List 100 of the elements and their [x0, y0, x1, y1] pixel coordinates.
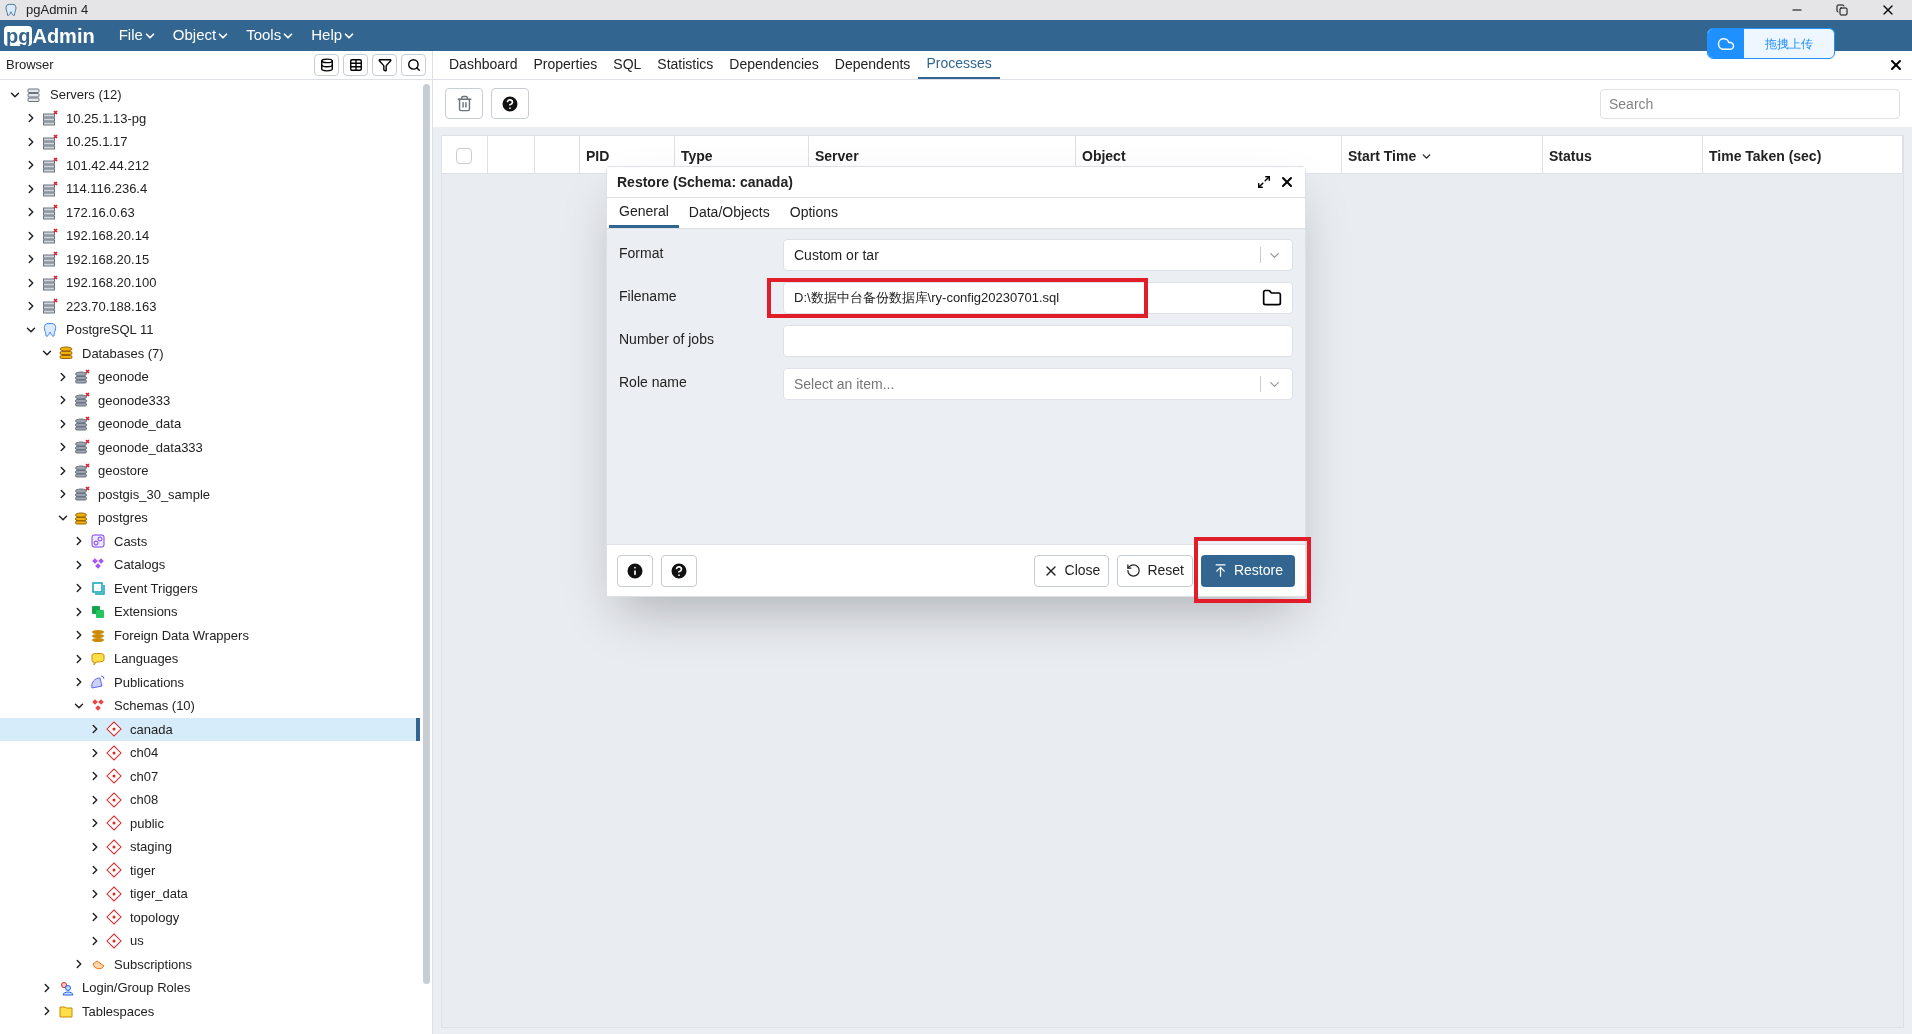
tree-item[interactable]: 10.25.1.13-pg: [0, 106, 420, 130]
close-icon[interactable]: [1279, 174, 1295, 190]
tree-item[interactable]: geonode: [0, 365, 420, 389]
info-icon: [625, 560, 645, 581]
database-icon: [74, 415, 90, 432]
tree-item[interactable]: topology: [0, 905, 420, 929]
folder-icon[interactable]: [1262, 288, 1282, 308]
tree-item[interactable]: PostgreSQL 11: [0, 318, 420, 342]
search-field[interactable]: Search: [1600, 88, 1900, 119]
dialog-title: Restore (Schema: canada): [617, 172, 794, 192]
tree-item[interactable]: ch04: [0, 741, 420, 765]
tree-item[interactable]: geonode_data333: [0, 435, 420, 459]
tab[interactable]: Properties: [525, 50, 606, 79]
server-icon: [42, 204, 58, 221]
tab[interactable]: Options: [779, 197, 848, 228]
tree-item[interactable]: Subscriptions: [0, 952, 420, 976]
tab[interactable]: Data/Objects: [678, 197, 780, 228]
tree-item[interactable]: geostore: [0, 459, 420, 483]
tree-item[interactable]: 172.16.0.63: [0, 200, 420, 224]
tree-item[interactable]: staging: [0, 835, 420, 859]
info-button[interactable]: [617, 554, 653, 587]
select-all-checkbox[interactable]: [456, 148, 472, 164]
scrollbar-thumb[interactable]: [422, 84, 430, 984]
search-button[interactable]: [401, 54, 426, 76]
reset-button[interactable]: Reset: [1117, 554, 1193, 587]
tree-item[interactable]: postgres: [0, 506, 420, 530]
tree-item[interactable]: ch07: [0, 764, 420, 788]
tree-item[interactable]: geonode_data: [0, 412, 420, 436]
casts-icon: [90, 533, 106, 550]
server-icon: [42, 251, 58, 268]
tab[interactable]: General: [609, 197, 679, 228]
fdw-icon: [90, 627, 106, 644]
filter-button[interactable]: [372, 54, 397, 76]
tree-item[interactable]: Databases (7): [0, 341, 420, 365]
help-button[interactable]: [661, 554, 697, 587]
field-label: Filename: [619, 287, 678, 306]
tree-item[interactable]: tiger: [0, 858, 420, 882]
database-icon: [74, 509, 90, 526]
tab[interactable]: Dependents: [826, 50, 919, 79]
tree-item[interactable]: tiger_data: [0, 882, 420, 906]
tab[interactable]: Dependencies: [721, 50, 827, 79]
maximize-icon[interactable]: [1257, 175, 1271, 189]
tree-item[interactable]: 223.70.188.163: [0, 294, 420, 318]
server-icon: [42, 274, 58, 291]
close-icon[interactable]: [1888, 57, 1904, 73]
window-title: pgAdmin 4: [26, 1, 89, 20]
field-label: Format: [619, 244, 665, 263]
tree-item[interactable]: canada: [0, 717, 420, 741]
file-field[interactable]: D:\数据中台备份数据库\ry-config20230701.sql: [783, 282, 1293, 314]
tree-item[interactable]: Event Triggers: [0, 576, 420, 600]
tree-item[interactable]: Extensions: [0, 600, 420, 624]
table-icon: [348, 58, 363, 72]
tree-item[interactable]: ch08: [0, 788, 420, 812]
tree-item[interactable]: 192.168.20.14: [0, 224, 420, 248]
restore-button[interactable]: Restore: [1200, 554, 1295, 587]
tab[interactable]: Processes: [918, 50, 1000, 79]
help-button[interactable]: [491, 88, 529, 119]
close-button[interactable]: Close: [1033, 554, 1110, 587]
tree-item[interactable]: geonode333: [0, 388, 420, 412]
column-header[interactable]: Start Time: [1342, 136, 1543, 173]
select-field[interactable]: Custom or tar: [783, 239, 1293, 271]
delete-button[interactable]: [445, 88, 483, 119]
database-icon: [74, 368, 90, 385]
menu-item[interactable]: File: [118, 24, 157, 47]
tree-item[interactable]: Servers (12): [0, 83, 420, 107]
tree-item[interactable]: 192.168.20.100: [0, 271, 420, 295]
input-field[interactable]: [783, 325, 1293, 357]
restore-window-icon[interactable]: [1836, 4, 1848, 16]
tree-item[interactable]: 10.25.1.17: [0, 130, 420, 154]
tree-item[interactable]: 114.116.236.4: [0, 177, 420, 201]
tree-item[interactable]: Publications: [0, 670, 420, 694]
tree-item[interactable]: Foreign Data Wrappers: [0, 623, 420, 647]
help-icon: [500, 93, 520, 114]
server-icon: [42, 180, 58, 197]
database-button[interactable]: [314, 54, 339, 76]
extensions-icon: [90, 603, 106, 620]
tab[interactable]: SQL: [605, 50, 650, 79]
tree-item[interactable]: 101.42.44.212: [0, 153, 420, 177]
tree-item[interactable]: us: [0, 929, 420, 953]
tree-item[interactable]: Login/Group Roles: [0, 976, 420, 1000]
tree-item[interactable]: 192.168.20.15: [0, 247, 420, 271]
select-field[interactable]: Select an item...: [783, 368, 1293, 400]
column-header[interactable]: Status: [1543, 136, 1703, 173]
tab[interactable]: Statistics: [649, 50, 722, 79]
tree-item[interactable]: Schemas (10): [0, 694, 420, 718]
column-header[interactable]: Time Taken (sec): [1703, 136, 1903, 173]
menu-item[interactable]: Object: [172, 24, 231, 47]
tree-item[interactable]: Languages: [0, 647, 420, 671]
languages-icon: [90, 650, 106, 667]
tree-item[interactable]: Casts: [0, 529, 420, 553]
tab[interactable]: Dashboard: [441, 50, 526, 79]
tree-item[interactable]: Tablespaces: [0, 999, 420, 1023]
tree-item[interactable]: public: [0, 811, 420, 835]
menu-item[interactable]: Help: [311, 24, 357, 47]
database-icon: [74, 462, 90, 479]
database-icon: [74, 486, 90, 503]
table-button[interactable]: [343, 54, 368, 76]
tree-item[interactable]: postgis_30_sample: [0, 482, 420, 506]
tree-item[interactable]: Catalogs: [0, 553, 420, 577]
menu-item[interactable]: Tools: [246, 24, 296, 47]
